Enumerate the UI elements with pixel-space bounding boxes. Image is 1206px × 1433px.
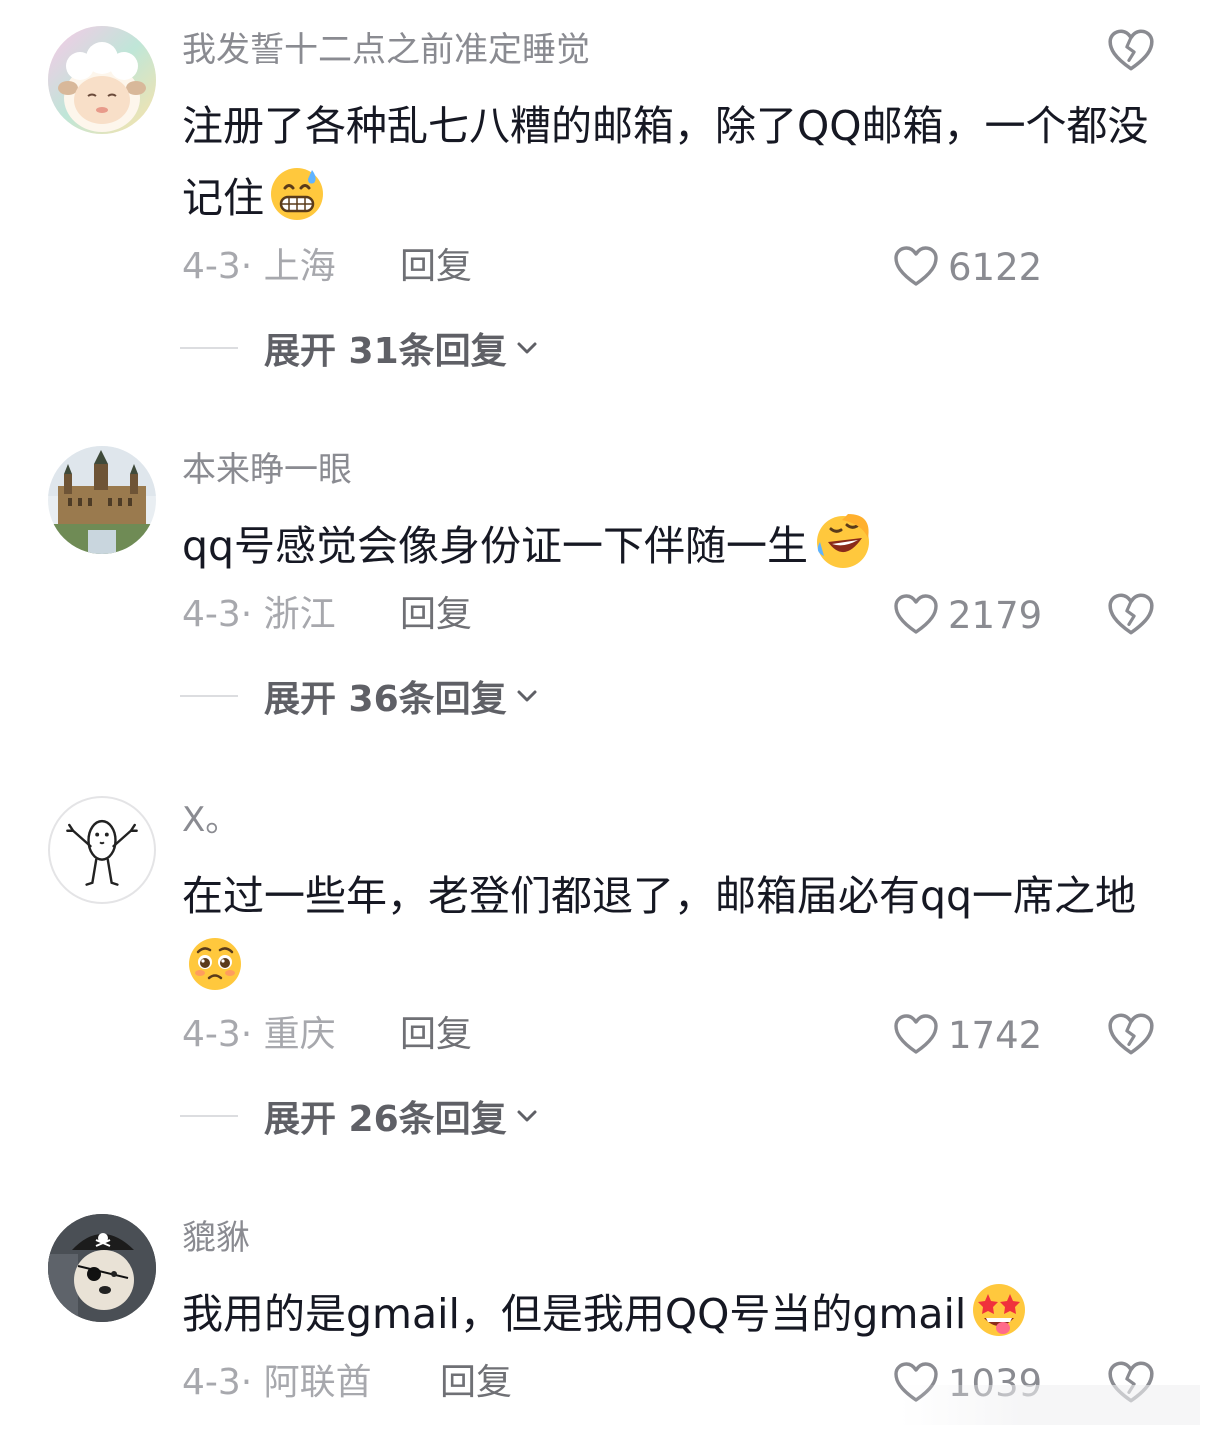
chevron-down-icon (517, 342, 537, 354)
like-count: 2179 (948, 593, 1043, 637)
date-location: 4-3· 上海 (182, 246, 336, 287)
divider-line (180, 695, 238, 697)
username[interactable]: 本来睁一眼 (182, 448, 352, 492)
comment-text-content: 我用的是gmail，但是我用QQ号当的gmail (182, 1290, 967, 1338)
pleading-emoji (186, 934, 244, 1014)
comment-text: 我用的是gmail，但是我用QQ号当的gmail (182, 1278, 1167, 1360)
broken-heart-icon[interactable] (1106, 26, 1156, 76)
date-location: 4-3· 重庆 (182, 1014, 336, 1055)
expand-replies-button[interactable]: 展开 26条回复 (180, 1091, 539, 1141)
divider-line (180, 1115, 238, 1117)
avatar-doodle[interactable] (48, 796, 156, 904)
like-button[interactable]: 6122 (892, 242, 1042, 292)
like-count: 1742 (948, 1013, 1043, 1057)
watermark-overlay (900, 1385, 1200, 1425)
divider-line (180, 347, 238, 349)
expand-replies-label: 展开 31条回复 (264, 331, 507, 372)
heart-icon (894, 594, 938, 634)
reply-button[interactable]: 回复 (400, 1012, 472, 1058)
username[interactable]: 我发誓十二点之前准定睡觉 (182, 28, 590, 72)
comment-text: 注册了各种乱七八糟的邮箱，除了QQ邮箱，一个都没记住 (182, 90, 1167, 244)
like-count: 6122 (948, 245, 1043, 289)
chevron-down-icon (517, 690, 537, 702)
date-location: 4-3· 阿联酋 (182, 1362, 372, 1403)
star-struck-emoji (970, 1280, 1028, 1360)
comment-text-content: 在过一些年，老登们都退了，邮箱届必有qq一席之地 (182, 872, 1137, 920)
avatar-castle[interactable] (48, 446, 156, 554)
broken-heart-icon[interactable] (1106, 590, 1156, 640)
avatar-sheep[interactable] (48, 26, 156, 134)
comment-text-content: 注册了各种乱七八糟的邮箱，除了QQ邮箱，一个都没记住 (182, 102, 1149, 222)
comment-text: qq号感觉会像身份证一下伴随一生 (182, 510, 1167, 592)
expand-replies-label: 展开 36条回复 (264, 679, 507, 720)
comment-item: X。 在过一些年，老登们都退了，邮箱届必有qq一席之地 4-3· 重庆 回复 1… (0, 796, 1206, 1140)
username[interactable]: 貔貅 (182, 1216, 250, 1260)
avatar-pirate-dog[interactable] (48, 1214, 156, 1322)
heart-icon (894, 246, 938, 286)
expand-replies-button[interactable]: 展开 36条回复 (180, 671, 539, 721)
broken-heart-icon[interactable] (1106, 1010, 1156, 1060)
comment-item: 我发誓十二点之前准定睡觉 注册了各种乱七八糟的邮箱，除了QQ邮箱，一个都没记住 … (0, 26, 1206, 372)
like-button[interactable]: 2179 (892, 590, 1042, 640)
grin-sweat-emoji (268, 164, 326, 244)
heart-icon (894, 1014, 938, 1054)
reply-button[interactable]: 回复 (440, 1360, 512, 1406)
reply-button[interactable]: 回复 (400, 244, 472, 290)
reply-button[interactable]: 回复 (400, 592, 472, 638)
expand-replies-label: 展开 26条回复 (264, 1099, 507, 1140)
comment-text-content: qq号感觉会像身份证一下伴随一生 (182, 522, 809, 570)
comment-text: 在过一些年，老登们都退了，邮箱届必有qq一席之地 (182, 860, 1167, 1014)
like-button[interactable]: 1742 (892, 1010, 1042, 1060)
rolling-laugh-emoji (812, 512, 872, 592)
expand-replies-button[interactable]: 展开 31条回复 (180, 323, 539, 373)
username[interactable]: X。 (182, 798, 239, 842)
chevron-down-icon (517, 1110, 537, 1122)
date-location: 4-3· 浙江 (182, 594, 336, 635)
comment-item: 本来睁一眼 qq号感觉会像身份证一下伴随一生 4-3· 浙江 回复 2179 展… (0, 446, 1206, 746)
